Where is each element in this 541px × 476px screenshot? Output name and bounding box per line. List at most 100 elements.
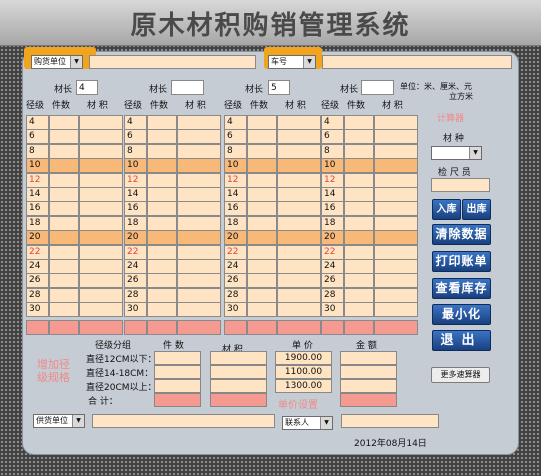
stock-out-button[interactable]: 出库 <box>462 199 491 220</box>
count-input[interactable] <box>49 173 79 188</box>
count-input[interactable] <box>247 173 277 188</box>
plate-number-select[interactable]: 车号 ▼ <box>268 55 316 69</box>
count-input[interactable] <box>147 273 177 288</box>
count-input[interactable] <box>247 259 277 274</box>
count-input[interactable] <box>147 144 177 159</box>
calculator-link[interactable]: 计算器 <box>437 111 464 124</box>
contact-input[interactable] <box>341 414 439 428</box>
count-input[interactable] <box>49 187 79 202</box>
diameter-cell: 30 <box>26 302 49 317</box>
volume-cell <box>374 259 418 274</box>
supplier-unit-select[interactable]: 供货单位 ▼ <box>33 414 85 428</box>
plate-number-input[interactable] <box>322 55 512 69</box>
count-input[interactable] <box>49 259 79 274</box>
count-input[interactable] <box>344 302 374 317</box>
length-input[interactable]: 5 <box>268 80 290 95</box>
count-input[interactable] <box>147 288 177 303</box>
count-input[interactable] <box>247 230 277 245</box>
count-input[interactable] <box>247 187 277 202</box>
count-input[interactable] <box>147 259 177 274</box>
diameter-cell: 22 <box>321 245 344 260</box>
count-header: 件数 <box>52 101 71 111</box>
buyer-unit-select[interactable]: 购货单位 ▼ <box>31 55 83 69</box>
diameter-cell: 26 <box>26 273 49 288</box>
count-input[interactable] <box>49 288 79 303</box>
stock-in-button[interactable]: 入库 <box>432 199 461 220</box>
count-input[interactable] <box>247 216 277 231</box>
count-input[interactable] <box>147 201 177 216</box>
more-calculator-button[interactable]: 更多速算器 <box>431 367 490 383</box>
count-input[interactable] <box>147 187 177 202</box>
supplier-unit-input[interactable] <box>92 414 275 428</box>
count-input[interactable] <box>49 302 79 317</box>
price-header: 单 价 <box>292 341 313 351</box>
length-input[interactable]: 4 <box>76 80 98 95</box>
diameter-cell: 14 <box>321 187 344 202</box>
count-input[interactable] <box>344 288 374 303</box>
count-input[interactable] <box>344 259 374 274</box>
length-input[interactable] <box>361 80 394 95</box>
count-input[interactable] <box>49 245 79 260</box>
add-diameter-spec-link[interactable]: 增加径 级规格 <box>37 358 70 384</box>
view-stock-button[interactable]: 查看库存 <box>432 278 491 299</box>
volume-cell <box>374 245 418 260</box>
count-input[interactable] <box>147 129 177 144</box>
count-input[interactable] <box>49 216 79 231</box>
count-input[interactable] <box>247 201 277 216</box>
count-input[interactable] <box>247 302 277 317</box>
count-input[interactable] <box>344 115 374 130</box>
count-input[interactable] <box>344 230 374 245</box>
volume-cell <box>374 288 418 303</box>
volume-cell <box>277 144 321 159</box>
price-settings-link[interactable]: 单价设置 <box>278 396 318 411</box>
count-input[interactable] <box>344 173 374 188</box>
count-input[interactable] <box>147 230 177 245</box>
count-input[interactable] <box>147 115 177 130</box>
count-input[interactable] <box>147 173 177 188</box>
count-input[interactable] <box>49 115 79 130</box>
unit-price-input[interactable]: 1100.00 <box>275 365 332 379</box>
species-select[interactable]: ▼ <box>431 146 482 160</box>
buyer-unit-input[interactable] <box>89 55 256 69</box>
count-input[interactable] <box>247 273 277 288</box>
count-input[interactable] <box>247 115 277 130</box>
volume-cell <box>374 230 418 245</box>
unit-price-input[interactable]: 1300.00 <box>275 379 332 393</box>
count-input[interactable] <box>49 230 79 245</box>
count-input[interactable] <box>344 216 374 231</box>
print-bill-button[interactable]: 打印账单 <box>432 251 491 272</box>
exit-button[interactable]: 退出 <box>432 330 491 351</box>
count-input[interactable] <box>344 245 374 260</box>
count-input[interactable] <box>49 158 79 173</box>
count-input[interactable] <box>344 187 374 202</box>
count-input[interactable] <box>147 302 177 317</box>
count-input[interactable] <box>49 129 79 144</box>
count-input[interactable] <box>147 158 177 173</box>
contact-select[interactable]: 联系人 ▼ <box>282 416 333 430</box>
count-input[interactable] <box>247 245 277 260</box>
count-input[interactable] <box>247 144 277 159</box>
count-input[interactable] <box>344 129 374 144</box>
unit-price-input[interactable]: 1900.00 <box>275 351 332 365</box>
minimize-button[interactable]: 最小化 <box>432 304 491 325</box>
count-input[interactable] <box>147 216 177 231</box>
count-input[interactable] <box>247 158 277 173</box>
total-label-cell <box>26 320 49 335</box>
diameter-cell: 30 <box>124 302 147 317</box>
inspector-input[interactable] <box>431 178 490 192</box>
count-input[interactable] <box>344 158 374 173</box>
count-input[interactable] <box>49 273 79 288</box>
count-input[interactable] <box>344 201 374 216</box>
volume-cell <box>277 245 321 260</box>
count-input[interactable] <box>247 129 277 144</box>
count-input[interactable] <box>147 245 177 260</box>
count-input[interactable] <box>344 273 374 288</box>
clear-data-button[interactable]: 清除数据 <box>432 224 491 245</box>
volume-cell <box>177 273 221 288</box>
count-input[interactable] <box>49 144 79 159</box>
length-input[interactable] <box>171 80 204 95</box>
count-input[interactable] <box>247 288 277 303</box>
volume-cell <box>79 201 123 216</box>
count-input[interactable] <box>344 144 374 159</box>
count-input[interactable] <box>49 201 79 216</box>
